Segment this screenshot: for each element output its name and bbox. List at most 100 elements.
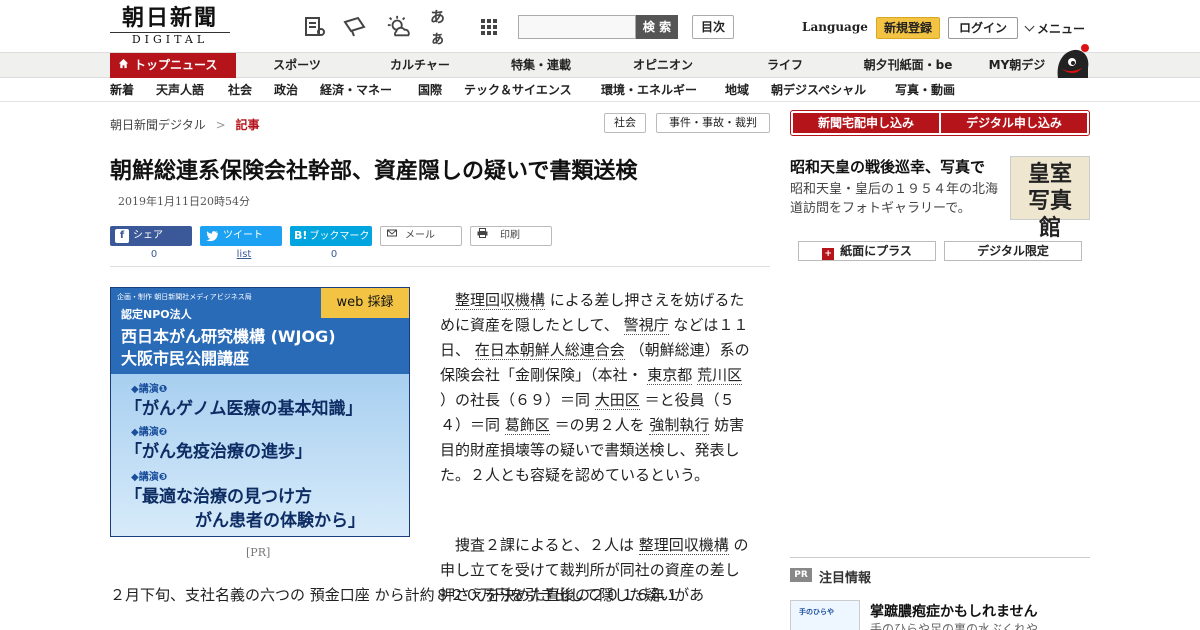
nav2-latest[interactable]: 新着 <box>110 78 134 102</box>
keyword-link[interactable]: 東京都 <box>647 366 693 385</box>
facebook-icon: f <box>115 229 129 243</box>
menu-button[interactable]: メニュー <box>1024 20 1085 37</box>
nav2-special[interactable]: 朝デジスペシャル <box>771 78 866 102</box>
logo-japanese: 朝日新聞 <box>121 5 218 31</box>
login-button[interactable]: ログイン <box>948 17 1018 39</box>
nav2-tensei-jingo[interactable]: 天声人語 <box>156 78 204 102</box>
feature-image[interactable]: 皇室写真館 <box>1010 156 1090 241</box>
subscribe-box: 新聞宅配申し込み デジタル申し込み <box>790 110 1090 136</box>
ad-producer: 企画・制作 朝日新聞社メディアビジネス局 <box>117 293 252 301</box>
promo-title[interactable]: 掌蹠膿疱症かもしれません <box>870 601 1038 621</box>
nav2-society[interactable]: 社会 <box>228 78 252 102</box>
mail-share-label: メール <box>405 230 435 241</box>
ad-badge: web 採録 <box>321 288 409 318</box>
subscribe-digital-button[interactable]: デジタル申し込み <box>941 113 1087 133</box>
nav-my-asahi[interactable]: MY朝デジ <box>982 53 1052 78</box>
search-input[interactable] <box>518 15 636 39</box>
facebook-count: 0 <box>150 249 158 260</box>
chevron-down-icon <box>1024 21 1035 32</box>
print-icon <box>477 227 488 245</box>
hatena-bookmark-label: ブックマーク <box>309 231 370 242</box>
article-text: から計約８２０万円を引き出して隠した疑いがあ <box>369 586 705 604</box>
grid-icon[interactable] <box>476 14 502 40</box>
nav-opinion[interactable]: オピニオン <box>620 53 706 78</box>
home-icon <box>118 53 129 78</box>
tag-society[interactable]: 社会 <box>604 113 646 133</box>
print-label: 印刷 <box>500 230 520 241</box>
nav-culture[interactable]: カルチャー <box>380 53 460 78</box>
nav2-tech-science[interactable]: テック＆サイエンス <box>464 78 572 102</box>
keyword-link[interactable]: 葛飾区 <box>504 416 550 435</box>
article-text: ）の社長（６９）＝同 <box>440 391 595 409</box>
hatena-bookmark-button[interactable]: B! ブックマーク <box>290 226 372 246</box>
breadcrumb-current: 記事 <box>235 118 260 132</box>
nav2-international[interactable]: 国際 <box>418 78 442 102</box>
mail-share-button[interactable]: メール <box>380 226 462 246</box>
site-logo[interactable]: 朝日新聞 DIGITAL <box>110 6 230 46</box>
nav2-economy[interactable]: 経済・マネー <box>320 78 392 102</box>
nav2-politics[interactable]: 政治 <box>274 78 298 102</box>
tag-incident[interactable]: 事件・事故・裁判 <box>656 113 770 133</box>
nav-sports[interactable]: スポーツ <box>262 53 332 78</box>
main-nav: トップニュース スポーツ カルチャー 特集・連載 オピニオン ライフ 朝夕刊紙面… <box>0 52 1200 78</box>
nav-life[interactable]: ライフ <box>752 53 818 78</box>
ad-lecture-label: ◆講演❸ <box>131 472 168 483</box>
nav-top-news-label: トップニュース <box>134 58 218 72</box>
megaphone-icon[interactable] <box>342 14 368 40</box>
print-button[interactable]: 印刷 <box>470 226 552 246</box>
digital-only-button[interactable]: デジタル限定 <box>944 241 1082 261</box>
article-title: 朝鮮総連系保険会社幹部、資産隠しの疑いで書類送検 <box>110 159 638 184</box>
twitter-share-button[interactable]: ツイート <box>200 226 282 246</box>
weather-icon[interactable] <box>386 14 412 40</box>
feature-description[interactable]: 昭和天皇・皇后の１９５４年の北海道訪問をフォトギャラリーで。 <box>790 180 1005 218</box>
facebook-share-button[interactable]: f シェア <box>110 226 192 246</box>
plus-paper-button[interactable]: + 紙面にプラス <box>798 241 936 261</box>
facebook-share-label: シェア <box>133 230 163 241</box>
article-text: ＝の男２人を <box>549 416 650 434</box>
nav2-region[interactable]: 地域 <box>725 78 749 102</box>
newspaper-icon: + <box>822 248 835 260</box>
article-text: 預金口座 <box>309 586 370 604</box>
register-button[interactable]: 新規登録 <box>876 17 940 39</box>
promo-subtitle: 手のひらや足の裏の水ぶくれや <box>870 622 1039 630</box>
breadcrumb-home[interactable]: 朝日新聞デジタル <box>110 118 206 132</box>
keyword-link[interactable]: 荒川区 <box>697 366 743 385</box>
nav2-photo-video[interactable]: 写真・動画 <box>895 78 955 102</box>
feature-image-text: 皇室写真館 <box>1027 161 1072 241</box>
ad-organization: 西日本がん研究機構 (WJOG) <box>121 327 336 346</box>
ad-lecture-label: ◆講演❶ <box>131 384 168 395</box>
nav2-environment[interactable]: 環境・エネルギー <box>601 78 697 102</box>
ad-lecture-title-2: がん患者の体験から」 <box>195 511 365 531</box>
feature-title[interactable]: 昭和天皇の戦後巡幸、写真で <box>790 156 985 177</box>
hatena-icon: B! <box>294 229 308 242</box>
keyword-link[interactable]: 整理回収機構 <box>455 291 546 310</box>
ad-lecture-title: 「がん免疫治療の進歩」 <box>125 442 312 462</box>
promo-thumbnail[interactable]: 手のひらや <box>790 600 860 630</box>
search-button[interactable]: 検 索 <box>636 15 678 39</box>
promo-thumbnail-text: 手のひらや <box>799 608 834 616</box>
article-text <box>440 291 455 309</box>
toc-button[interactable]: 目次 <box>692 15 734 39</box>
subscribe-paper-button[interactable]: 新聞宅配申し込み <box>793 113 939 133</box>
keyword-link[interactable]: 在日本朝鮮人総連合会 <box>474 341 625 360</box>
advertisement-banner[interactable]: 企画・制作 朝日新聞社メディアビジネス局 web 採録 認定NPO法人 西日本が… <box>110 287 410 537</box>
keyword-link[interactable]: 整理回収機構 <box>638 536 729 555</box>
ad-npo: 認定NPO法人 <box>121 308 192 321</box>
twitter-share-label: ツイート <box>223 230 263 241</box>
article-text: ２月下旬、支社名義の六つの <box>110 586 310 604</box>
nav-print-edition[interactable]: 朝夕刊紙面・be <box>856 53 960 78</box>
keyword-link[interactable]: 大田区 <box>594 391 640 410</box>
mascot-icon <box>1052 42 1092 80</box>
divider <box>110 266 770 267</box>
font-size-icon[interactable]: あぁ <box>430 8 456 47</box>
language-link[interactable]: Language <box>802 20 868 34</box>
article-date: 2019年1月11日20時54分 <box>118 195 250 208</box>
nav-top-news[interactable]: トップニュース <box>110 53 236 78</box>
article-list-icon[interactable] <box>302 14 328 40</box>
logo-english: DIGITAL <box>110 32 230 47</box>
keyword-link[interactable]: 警視庁 <box>623 316 669 335</box>
keyword-link[interactable]: 強制執行 <box>649 416 710 435</box>
nav-features[interactable]: 特集・連載 <box>500 53 582 78</box>
twitter-list-link[interactable]: list <box>203 249 285 260</box>
mail-icon <box>387 227 397 245</box>
